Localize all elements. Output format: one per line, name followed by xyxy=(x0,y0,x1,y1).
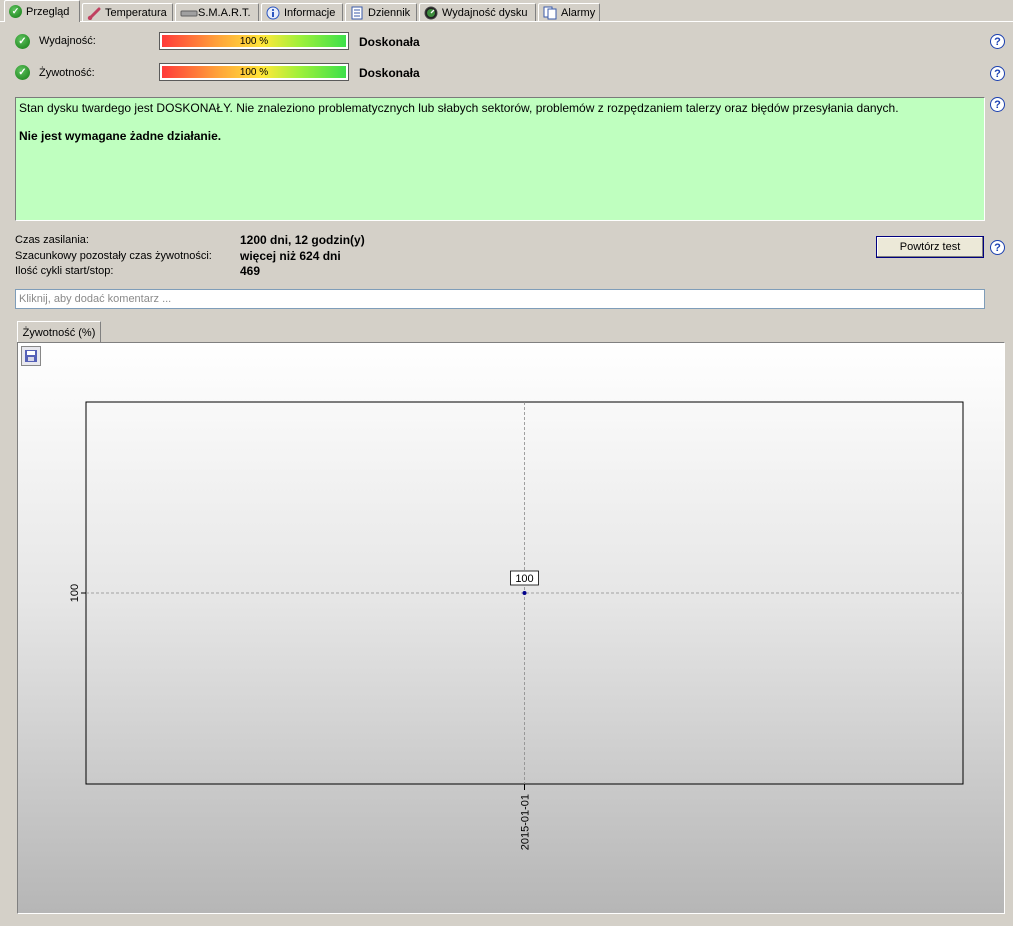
tab-przeglad[interactable]: ✓ Przegląd xyxy=(4,0,80,22)
y-tick-label: 100 xyxy=(69,584,81,602)
data-label: 100 xyxy=(515,573,533,585)
data-point xyxy=(522,591,527,595)
x-tick-label: 2015-01-01 xyxy=(520,794,532,850)
health-chart: 2015-01-01 100 100 xyxy=(69,401,964,850)
check-icon: ✓ xyxy=(9,5,22,18)
tab-label: Przegląd xyxy=(26,5,70,18)
